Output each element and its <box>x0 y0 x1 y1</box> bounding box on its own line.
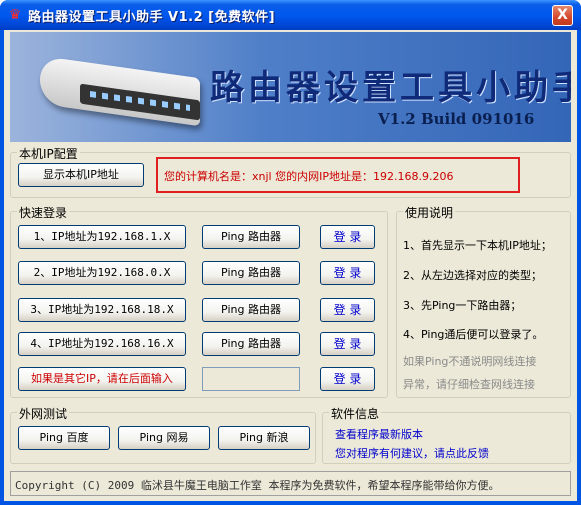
ip-info-text: 您的计算机名是：xnjl 您的内网IP地址是：192.168.9.206 <box>164 170 454 183</box>
client-area: 路由器设置工具小助手 V1.2 Build 091016 本机IP配置 显示本机… <box>4 30 577 501</box>
ping-router-button-1[interactable]: Ping 路由器 <box>202 225 300 249</box>
app-icon: ♛ <box>8 7 22 23</box>
usage-note-2: 异常，请仔细检查网线连接 <box>403 378 535 391</box>
ping-router-button-4[interactable]: Ping 路由器 <box>202 332 300 356</box>
login-button-other[interactable]: 登 录 <box>320 367 375 391</box>
external-test-legend: 外网测试 <box>17 405 70 422</box>
usage-line-1: 1、首先显示一下本机IP地址； <box>403 239 552 252</box>
banner-title: 路由器设置工具小助手 <box>210 68 571 108</box>
ping-netease-button[interactable]: Ping 网易 <box>118 426 210 450</box>
usage-line-3: 3、先Ping一下路由器； <box>403 299 522 312</box>
login-button-3[interactable]: 登 录 <box>320 298 375 322</box>
ip-192-168-1-button[interactable]: 1、IP地址为192.168.1.X <box>18 225 186 249</box>
other-ip-button[interactable]: 如果是其它IP，请在后面输入 <box>18 367 186 391</box>
usage-line-2: 2、从左边选择对应的类型； <box>403 269 542 282</box>
usage-legend: 使用说明 <box>403 204 456 221</box>
ip-192-168-0-button[interactable]: 2、IP地址为192.168.0.X <box>18 261 186 285</box>
software-info-group: 软件信息 查看程序最新版本 您对程序有何建议，请点此反馈 <box>322 405 571 464</box>
usage-group: 使用说明 1、首先显示一下本机IP地址； 2、从左边选择对应的类型； 3、先Pi… <box>396 204 571 398</box>
ping-router-button-2[interactable]: Ping 路由器 <box>202 261 300 285</box>
login-button-4[interactable]: 登 录 <box>320 332 375 356</box>
usage-line-4: 4、Ping通后便可以登录了。 <box>403 328 544 341</box>
ip-192-168-16-button[interactable]: 4、IP地址为192.168.16.X <box>18 332 186 356</box>
software-info-legend: 软件信息 <box>329 405 382 422</box>
copyright-text: Copyright (C) 2009 临沭县牛魔王电脑工作室 本程序为免费软件，… <box>15 479 500 492</box>
banner: 路由器设置工具小助手 V1.2 Build 091016 <box>10 32 571 142</box>
close-button[interactable]: X <box>552 5 573 26</box>
local-ip-legend: 本机IP配置 <box>17 145 80 162</box>
show-local-ip-button[interactable]: 显示本机IP地址 <box>18 163 144 187</box>
window-title: 路由器设置工具小助手 V1.2 [免费软件] <box>28 10 276 25</box>
status-bar: Copyright (C) 2009 临沭县牛魔王电脑工作室 本程序为免费软件，… <box>10 471 571 496</box>
app-window: ♛ 路由器设置工具小助手 V1.2 [免费软件] X 路由器设置工具小助手 V1… <box>0 0 581 505</box>
ping-sina-button[interactable]: Ping 新浪 <box>218 426 310 450</box>
login-button-2[interactable]: 登 录 <box>320 261 375 285</box>
ping-baidu-button[interactable]: Ping 百度 <box>18 426 110 450</box>
ping-router-button-3[interactable]: Ping 路由器 <box>202 298 300 322</box>
login-button-1[interactable]: 登 录 <box>320 225 375 249</box>
quick-login-legend: 快速登录 <box>17 204 70 221</box>
feedback-link[interactable]: 您对程序有何建议，请点此反馈 <box>335 445 489 461</box>
latest-version-link[interactable]: 查看程序最新版本 <box>335 426 423 442</box>
ip-info-box: 您的计算机名是：xnjl 您的内网IP地址是：192.168.9.206 <box>156 157 520 193</box>
usage-note-1: 如果Ping不通说明网线连接 <box>403 355 537 368</box>
title-bar[interactable]: ♛ 路由器设置工具小助手 V1.2 [免费软件] X <box>0 0 581 30</box>
ip-192-168-18-button[interactable]: 3、IP地址为192.168.18.X <box>18 298 186 322</box>
other-ip-input[interactable] <box>202 367 300 391</box>
banner-version: V1.2 Build 091016 <box>378 110 535 128</box>
